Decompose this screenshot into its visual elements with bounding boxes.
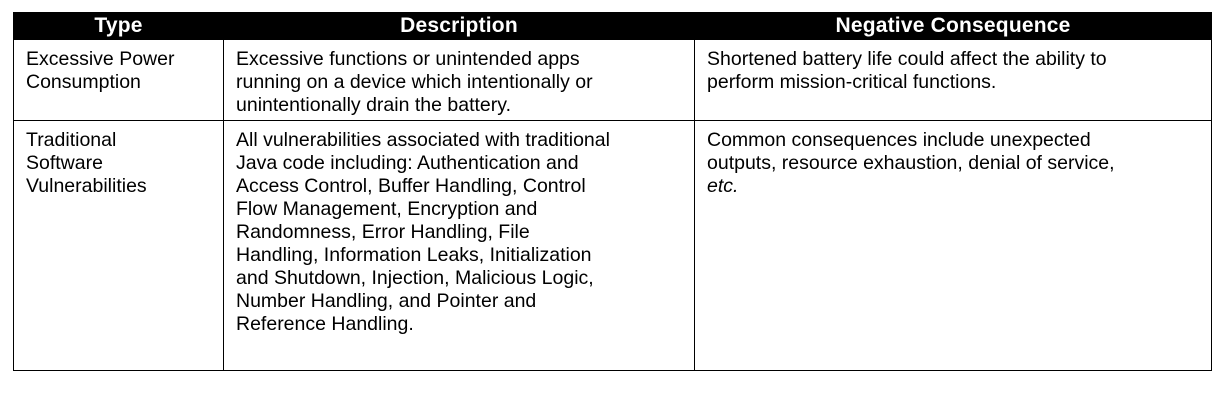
header-negative-consequence: Negative Consequence — [694, 12, 1212, 40]
cell-line: unintentionally drain the battery. — [236, 94, 511, 116]
cell-line: Excessive functions or unintended apps — [236, 48, 580, 70]
table-header-row: Type Description Negative Consequence — [13, 12, 1212, 40]
cell-line: running on a device which intentionally … — [236, 71, 593, 93]
vulnerability-table: Type Description Negative Consequence Ex… — [13, 12, 1212, 371]
vulnerability-table-container: Type Description Negative Consequence Ex… — [13, 12, 1212, 371]
cell-line-italic: etc. — [707, 175, 739, 197]
cell-consequence: Common consequences include unexpected o… — [694, 120, 1212, 371]
cell-line: Shortened battery life could affect the … — [707, 48, 1107, 70]
header-description: Description — [223, 12, 695, 40]
cell-line: Software — [26, 152, 103, 174]
cell-line: Number Handling, and Pointer and — [236, 290, 537, 312]
cell-line: All vulnerabilities associated with trad… — [236, 129, 610, 151]
cell-consequence: Shortened battery life could affect the … — [694, 39, 1212, 121]
header-type: Type — [13, 12, 224, 40]
cell-line: Access Control, Buffer Handling, Control — [236, 175, 586, 197]
cell-type: Traditional Software Vulnerabilities — [13, 120, 224, 371]
cell-description: All vulnerabilities associated with trad… — [223, 120, 695, 371]
cell-line: Reference Handling. — [236, 313, 414, 335]
cell-line: Consumption — [26, 71, 141, 93]
cell-line: perform mission-critical functions. — [707, 71, 997, 93]
cell-line: Flow Management, Encryption and — [236, 198, 538, 220]
cell-description: Excessive functions or unintended apps r… — [223, 39, 695, 121]
cell-line: Vulnerabilities — [26, 175, 147, 197]
cell-line: and Shutdown, Injection, Malicious Logic… — [236, 267, 594, 289]
cell-line: Java code including: Authentication and — [236, 152, 579, 174]
cell-type: Excessive Power Consumption — [13, 39, 224, 121]
cell-line: Handling, Information Leaks, Initializat… — [236, 244, 592, 266]
table-row: Traditional Software Vulnerabilities All… — [13, 120, 1212, 371]
cell-line: Randomness, Error Handling, File — [236, 221, 530, 243]
table-row: Excessive Power Consumption Excessive fu… — [13, 39, 1212, 121]
cell-line: Common consequences include unexpected — [707, 129, 1091, 151]
cell-line: outputs, resource exhaustion, denial of … — [707, 152, 1115, 174]
cell-line: Excessive Power — [26, 48, 175, 70]
cell-line: Traditional — [26, 129, 117, 151]
